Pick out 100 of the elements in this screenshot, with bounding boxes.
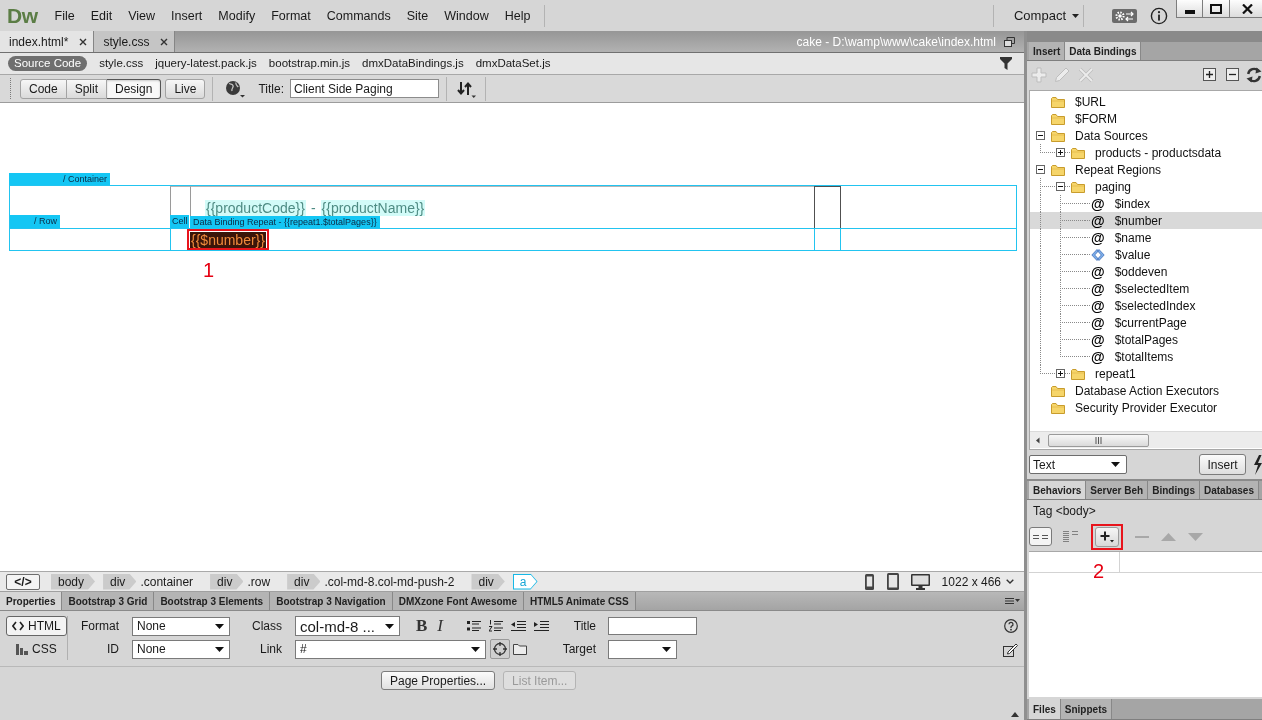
italic-button[interactable]: I <box>437 617 443 635</box>
view-mode-button[interactable]: Code <box>20 78 67 99</box>
panel-tab[interactable]: Bootstrap 3 Grid <box>62 592 155 610</box>
collapse-toggle-icon[interactable] <box>1056 182 1065 191</box>
workspace-menu[interactable]: Compact <box>993 4 1083 27</box>
sort-icon[interactable] <box>456 79 476 98</box>
horizontal-scrollbar[interactable] <box>1030 431 1262 448</box>
window-size-menu[interactable]: 1022 x 466 <box>941 574 1014 589</box>
related-file-link[interactable]: jquery-latest.pack.js <box>155 56 257 71</box>
collapse-toggle-icon[interactable] <box>1036 131 1045 140</box>
collapse-toggle-icon[interactable] <box>1036 165 1045 174</box>
panel-menu-icon[interactable] <box>1005 597 1020 605</box>
expand-all-icon[interactable] <box>1203 68 1216 81</box>
tree-item[interactable]: @ $selectedIndex <box>1030 297 1262 314</box>
filter-icon[interactable] <box>1000 57 1012 70</box>
menu-item[interactable]: File <box>46 6 83 25</box>
lightning-icon[interactable] <box>1253 454 1262 475</box>
title-field[interactable] <box>608 617 697 635</box>
live-view-button[interactable]: Live <box>165 78 206 99</box>
tree-item[interactable]: @ $name <box>1030 229 1262 246</box>
related-file-link[interactable]: dmxDataSet.js <box>475 56 551 71</box>
panel-tab[interactable]: HTML5 Animate CSS <box>524 592 636 610</box>
view-mode-button[interactable]: Split <box>66 78 108 99</box>
close-icon[interactable] <box>79 37 88 46</box>
class-select[interactable]: col-md-8 ... <box>295 616 400 636</box>
panel-tab[interactable]: DMXzone Font Awesome <box>392 592 524 610</box>
indent-icon[interactable] <box>534 620 549 632</box>
title-input[interactable]: Client Side Paging <box>289 79 439 98</box>
mode-button[interactable]: HTML <box>6 616 67 636</box>
expand-toggle-icon[interactable] <box>1056 369 1065 378</box>
menu-item[interactable]: Commands <box>318 6 399 25</box>
document-tab[interactable]: style.css <box>94 31 176 52</box>
maximize-button[interactable] <box>1203 0 1230 18</box>
grip-icon[interactable] <box>9 77 12 100</box>
insert-button[interactable]: Insert <box>1199 454 1246 475</box>
tree-item[interactable]: @ $currentPage <box>1030 314 1262 331</box>
tree-item[interactable]: products - productsdata <box>1030 144 1262 161</box>
event-view-button[interactable] <box>1029 527 1052 546</box>
edit-icon[interactable] <box>1003 641 1018 657</box>
phone-icon[interactable] <box>864 573 874 590</box>
id-select[interactable]: None <box>132 639 230 659</box>
menu-item[interactable]: Format <box>263 6 319 25</box>
tree-item[interactable]: @ $totalPages <box>1030 331 1262 348</box>
menu-item[interactable]: View <box>120 6 164 25</box>
tree-item[interactable]: $FORM <box>1030 110 1262 127</box>
panel-tab[interactable]: Insert <box>1029 42 1066 60</box>
tree-item[interactable]: repeat1 <box>1030 365 1262 382</box>
refresh-icon[interactable] <box>1246 66 1262 83</box>
folder-icon[interactable] <box>513 643 527 655</box>
expand-toggle-icon[interactable] <box>1056 148 1065 157</box>
restore-icon[interactable] <box>1004 36 1015 47</box>
menu-item[interactable]: Edit <box>82 6 121 25</box>
globe-icon[interactable] <box>225 79 246 98</box>
close-button[interactable] <box>1230 0 1262 18</box>
tag-chip[interactable]: div <box>471 573 505 590</box>
close-icon[interactable] <box>160 37 169 46</box>
tree-item[interactable]: $value <box>1030 246 1262 263</box>
tree-item[interactable]: Security Provider Executor <box>1030 399 1262 416</box>
link-field[interactable]: # <box>295 639 486 659</box>
tree-item[interactable]: Data Sources <box>1030 127 1262 144</box>
tree-item[interactable]: @ $totalItems <box>1030 348 1262 365</box>
menu-item[interactable]: Site <box>398 6 437 25</box>
panel-tab[interactable]: Databases <box>1199 481 1259 499</box>
panel-tab[interactable]: Properties <box>0 592 63 610</box>
menu-item[interactable]: Window <box>436 6 497 25</box>
tree-item[interactable]: @ $selectedItem <box>1030 280 1262 297</box>
panel-tab[interactable]: Bootstrap 3 Navigation <box>270 592 393 610</box>
mode-button[interactable]: CSS <box>10 639 63 659</box>
panel-tab[interactable]: Data Bindings <box>1065 42 1142 60</box>
format-select[interactable]: None <box>132 616 230 636</box>
sync-settings-icon[interactable] <box>1112 8 1137 23</box>
menu-item[interactable]: Modify <box>210 6 264 25</box>
tree-item[interactable]: @ $number <box>1030 212 1262 229</box>
up-arrow-icon[interactable] <box>1011 712 1019 717</box>
menu-item[interactable]: Help <box>496 6 539 25</box>
info-icon[interactable] <box>1150 6 1168 25</box>
tag-chip[interactable]: div <box>210 573 244 590</box>
related-file-link[interactable]: Source Code <box>8 56 88 71</box>
code-view-toggle[interactable]: </> <box>6 573 40 590</box>
help-icon[interactable] <box>1004 619 1018 633</box>
related-file-link[interactable]: dmxDataBindings.js <box>362 56 464 71</box>
tree-item[interactable]: Database Action Executors <box>1030 382 1262 399</box>
tree-item[interactable]: @ $oddeven <box>1030 263 1262 280</box>
bulleted-list-icon[interactable] <box>467 620 481 632</box>
collapse-all-icon[interactable] <box>1226 68 1239 81</box>
panel-tab[interactable]: Snippets <box>1060 699 1113 719</box>
tree-item[interactable]: @ $index <box>1030 195 1262 212</box>
related-file-link[interactable]: style.css <box>99 56 144 71</box>
outdent-icon[interactable] <box>511 620 526 632</box>
panel-tab[interactable]: Bootstrap 3 Elements <box>154 592 271 610</box>
panel-tab[interactable]: Files <box>1029 699 1061 719</box>
panel-tab[interactable]: Bindings <box>1148 481 1200 499</box>
bold-button[interactable]: B <box>416 617 428 635</box>
insert-type-select[interactable]: Text <box>1029 455 1127 474</box>
document-tab[interactable]: index.html* <box>0 31 95 52</box>
tree-item[interactable]: $URL <box>1030 93 1262 110</box>
tag-chip[interactable]: body <box>51 573 96 590</box>
tag-chip[interactable]: div <box>103 573 137 590</box>
panel-tab[interactable]: Server Beh <box>1086 481 1149 499</box>
tree-item[interactable]: paging <box>1030 178 1262 195</box>
